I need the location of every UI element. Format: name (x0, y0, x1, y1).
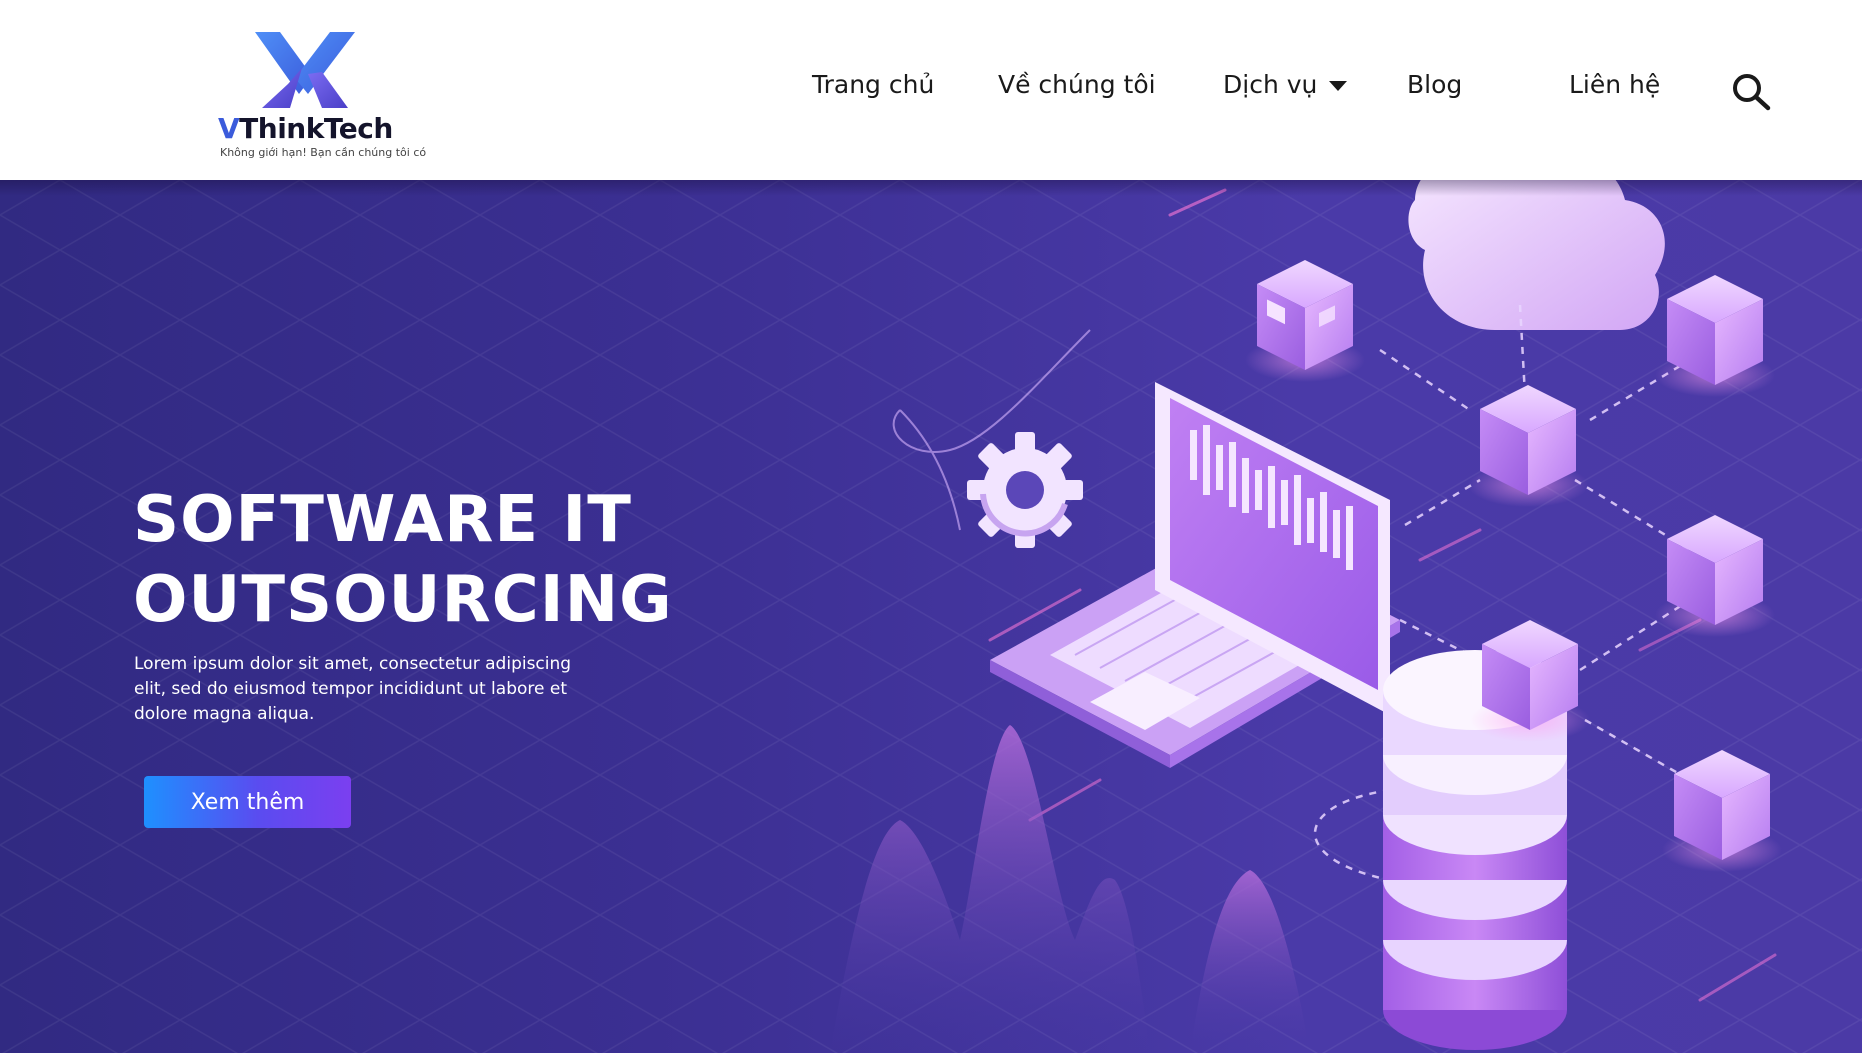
nav-item-label: Blog (1407, 70, 1463, 99)
hero-title-line: SOFTWARE IT (133, 483, 632, 557)
nav-item-blog[interactable]: Blog (1407, 70, 1462, 99)
nav-item-home[interactable]: Trang chủ (812, 70, 934, 99)
brand-tagline: Không giới hạn! Bạn cần chúng tôi có (220, 146, 427, 159)
see-more-button[interactable]: Xem thêm (144, 776, 351, 828)
nav-item-services[interactable]: Dịch vụ (1223, 70, 1348, 99)
nav-item-label: Về chúng tôi (998, 70, 1156, 99)
nav-item-about[interactable]: Về chúng tôi (998, 70, 1156, 99)
search-icon (1733, 74, 1771, 111)
nav-item-contact[interactable]: Liên hệ (1569, 70, 1660, 99)
hero-description: Lorem ipsum dolor sit amet, consectetur … (134, 654, 572, 724)
hero-title-line: OUTSOURCING (133, 563, 673, 637)
hero-banner: SOFTWARE IT OUTSOURCING Lorem ipsum dolo… (0, 180, 1862, 1053)
nav-item-label: Dịch vụ (1223, 70, 1318, 99)
brand-name: VThinkTech (218, 112, 393, 145)
site-header: VThinkTech Không giới hạn! Bạn cần chúng… (0, 0, 1862, 180)
main-nav: Trang chủ Về chúng tôi Dịch vụ Blog Liên… (0, 70, 1862, 110)
chevron-down-icon (1329, 81, 1348, 91)
hero-title: SOFTWARE IT OUTSOURCING (133, 480, 853, 640)
nav-item-label: Trang chủ (812, 70, 935, 99)
nav-item-label: Liên hệ (1569, 70, 1661, 99)
search-button[interactable] (1730, 71, 1774, 111)
header-shadow (0, 180, 1862, 196)
